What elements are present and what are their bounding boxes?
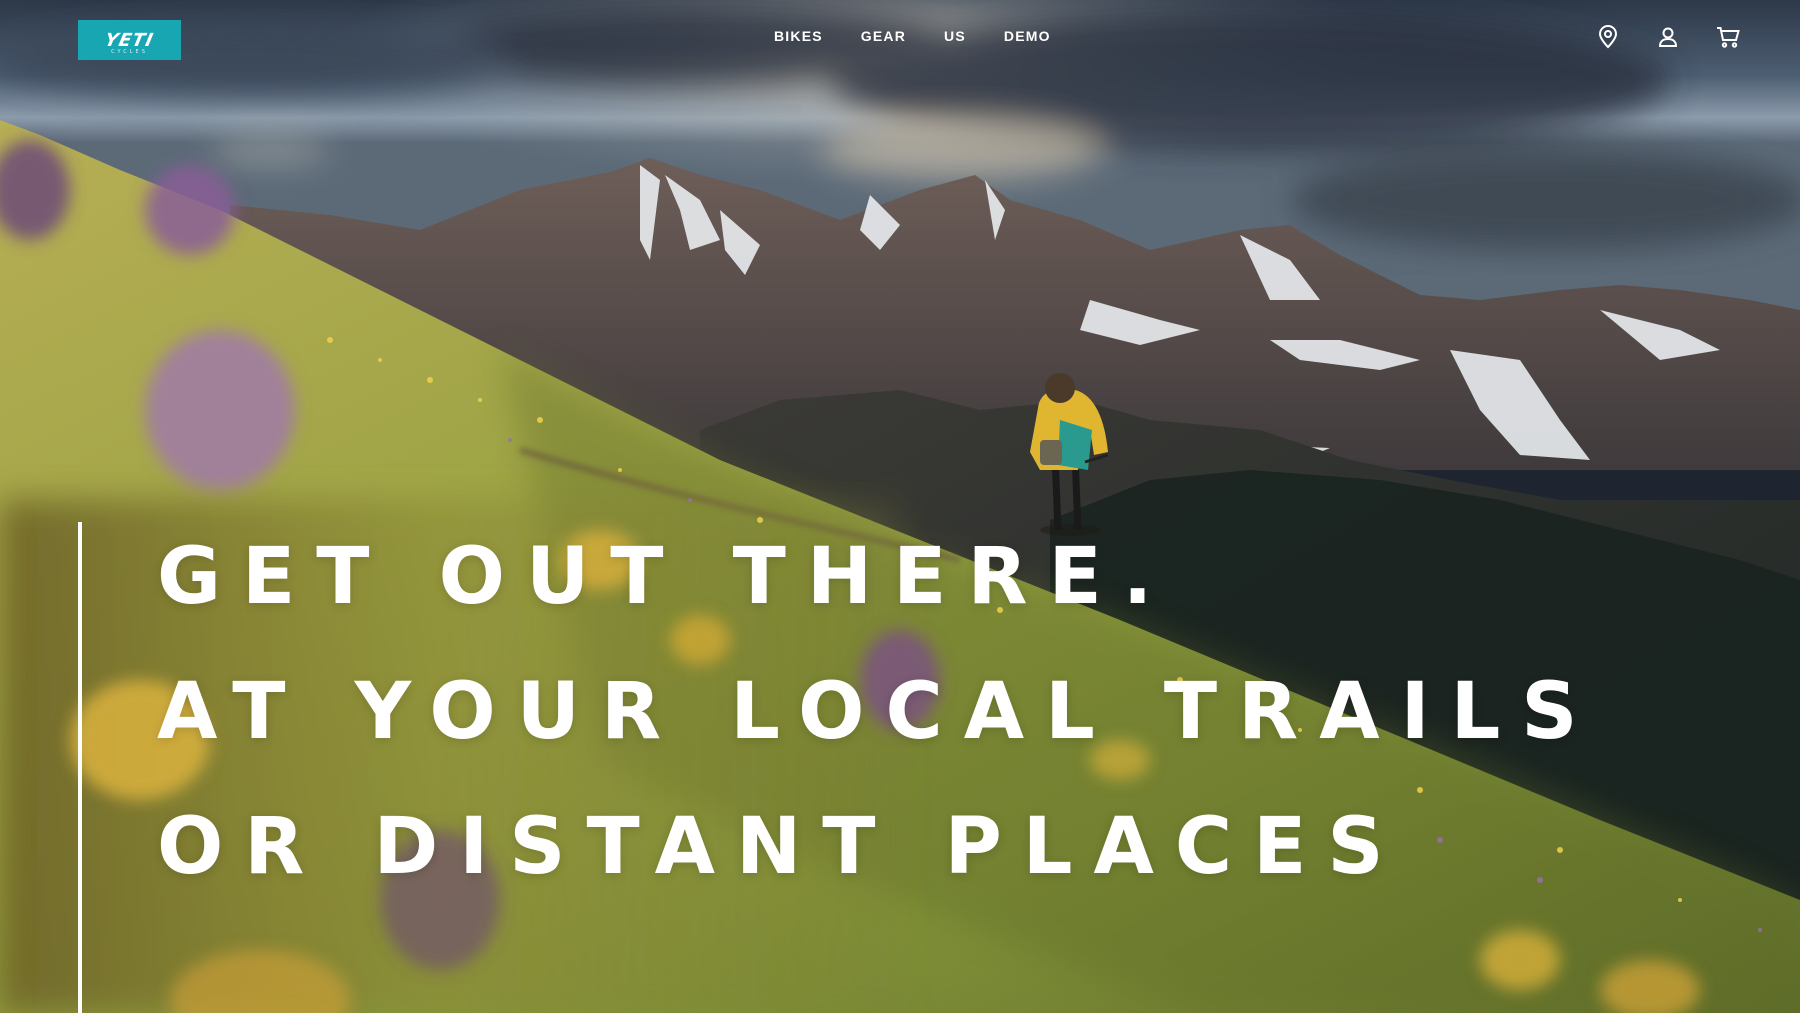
logo-subtext: CYCLES — [111, 49, 148, 55]
nav-link-demo[interactable]: DEMO — [1004, 28, 1051, 44]
shopping-cart-icon[interactable] — [1716, 24, 1740, 50]
hero-line-2: AT YOUR LOCAL TRAILS — [157, 667, 1599, 757]
main-nav: BIKES GEAR US DEMO — [774, 28, 1089, 44]
hero-line-3: OR DISTANT PLACES — [157, 802, 1405, 892]
nav-link-bikes[interactable]: BIKES — [774, 28, 823, 44]
nav-link-us[interactable]: US — [944, 28, 966, 44]
hero-section: YETI CYCLES BIKES GEAR US DEMO GET OUT T… — [0, 0, 1800, 1013]
nav-link-gear[interactable]: GEAR — [861, 28, 906, 44]
site-header: YETI CYCLES BIKES GEAR US DEMO — [0, 0, 1800, 80]
user-account-icon[interactable] — [1656, 24, 1680, 50]
yeti-logo[interactable]: YETI CYCLES — [78, 20, 181, 60]
logo-wordmark: YETI — [103, 29, 156, 51]
header-icon-group — [1596, 24, 1740, 50]
hero-line-1: GET OUT THERE. — [157, 532, 1174, 622]
hero-headline: GET OUT THERE. AT YOUR LOCAL TRAILS OR D… — [157, 510, 1598, 915]
hero-vertical-rule — [78, 522, 82, 1013]
location-pin-icon[interactable] — [1596, 24, 1620, 50]
